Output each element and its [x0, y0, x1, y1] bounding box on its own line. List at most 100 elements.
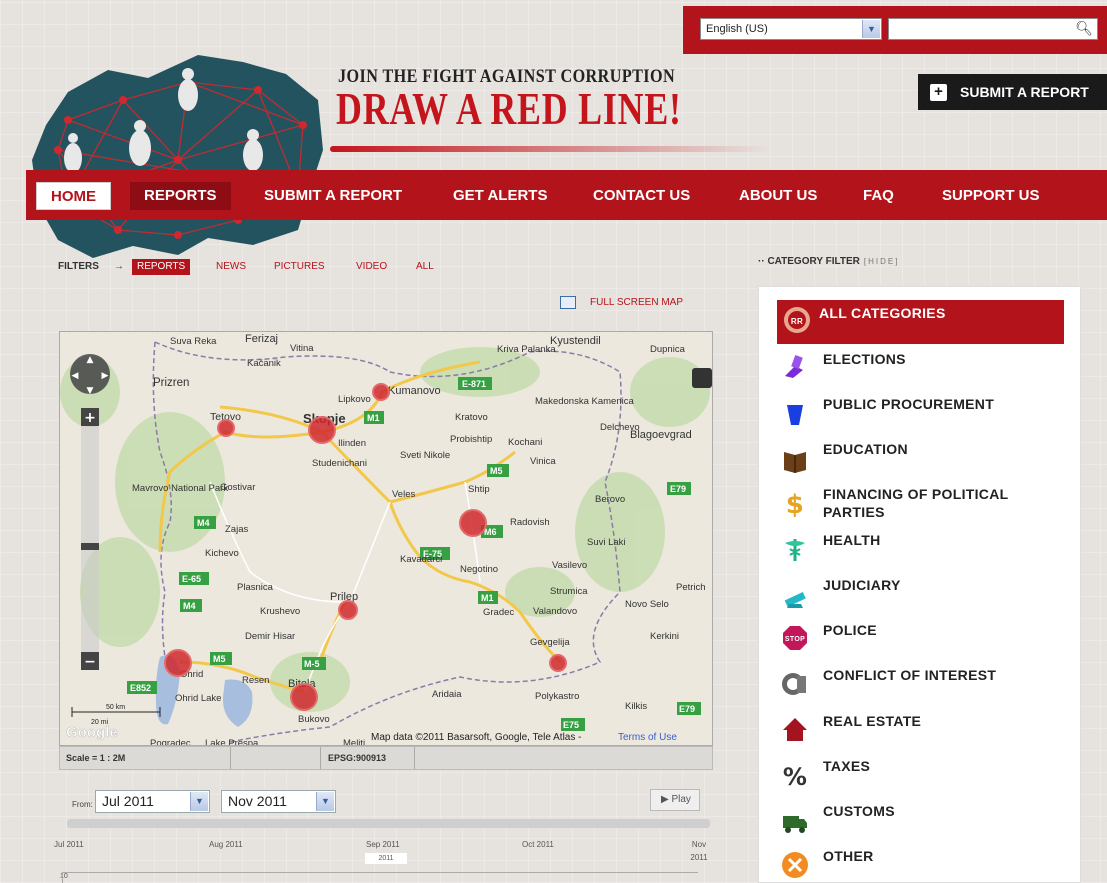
play-button[interactable]: ▶ Play	[650, 789, 700, 811]
main-nav: HOME REPORTS SUBMIT A REPORT GET ALERTS …	[26, 170, 1107, 220]
map-place-label: Kriva Palanka	[497, 344, 556, 355]
chevron-down-icon[interactable]: ▼	[190, 792, 208, 811]
map-place-label: Veles	[392, 489, 415, 500]
divider	[414, 747, 415, 769]
map-place-label: Mavrovo National Park	[132, 483, 228, 494]
map-place-label: Vinica	[530, 456, 556, 467]
language-select[interactable]: English (US) ▼	[700, 18, 882, 40]
report-marker	[164, 649, 192, 677]
map-place-label: Bukovo	[298, 714, 330, 725]
map-place-label: Demir Hisar	[245, 631, 295, 642]
map-attribution: Map data ©2011 Basarsoft, Google, Tele A…	[371, 732, 581, 743]
category-label: EDUCATION	[823, 441, 908, 457]
category-label: REAL ESTATE	[823, 713, 922, 729]
report-marker	[308, 416, 336, 444]
chevron-down-icon[interactable]: ▼	[316, 792, 334, 811]
map-place-label: Ilinden	[338, 438, 366, 449]
nav-get-alerts[interactable]: GET ALERTS	[439, 182, 561, 210]
map-canvas[interactable]: E-871 M1 M5 E79 M4 M6 E-75 E-65 M4 M5 M-…	[60, 332, 713, 746]
svg-text:RR: RR	[791, 317, 803, 326]
category-label: ELECTIONS	[823, 351, 906, 367]
gavel-icon	[784, 592, 806, 608]
nav-submit-report[interactable]: SUBMIT A REPORT	[250, 182, 416, 210]
nav-support-us[interactable]: SUPPORT US	[928, 182, 1054, 210]
submit-report-button[interactable]: + SUBMIT A REPORT	[918, 74, 1107, 110]
road-badge: M4	[197, 518, 210, 528]
slogan-main: DRAW A RED LINE!	[336, 83, 682, 134]
layer-switcher-button	[692, 368, 712, 388]
nav-reports[interactable]: REPORTS	[130, 182, 231, 210]
category-all[interactable]: RR ALL CATEGORIES	[777, 300, 1064, 344]
ballot-icon	[785, 354, 803, 378]
report-marker	[290, 683, 318, 711]
chevron-down-icon[interactable]: ▼	[862, 20, 880, 38]
full-screen-map-link[interactable]: FULL SCREEN MAP	[560, 296, 683, 309]
svg-text:$: $	[786, 490, 804, 517]
category-label: TAXES	[823, 758, 871, 774]
filter-pictures[interactable]: PICTURES	[274, 259, 325, 275]
map-place-label: Berovo	[595, 494, 625, 505]
map-place-label: Kavadarci	[400, 554, 442, 565]
svg-text:▼: ▼	[87, 386, 94, 396]
timeline-year: 2011	[365, 853, 407, 864]
map-place-label: Kyustendil	[550, 335, 601, 347]
cross-circle-icon	[782, 852, 808, 878]
full-screen-label: FULL SCREEN MAP	[590, 297, 683, 309]
nav-about-us[interactable]: ABOUT US	[725, 182, 831, 210]
nav-contact-us[interactable]: CONTACT US	[579, 182, 704, 210]
filter-video[interactable]: VIDEO	[356, 259, 387, 275]
to-date-value: Nov 2011	[228, 793, 287, 809]
road-badge: E-65	[182, 574, 201, 584]
timeline-tick: Nov 2011	[690, 840, 708, 862]
report-marker	[549, 654, 567, 672]
divider	[320, 747, 321, 769]
book-icon	[784, 452, 806, 473]
category-label: CONFLICT OF INTEREST	[823, 667, 997, 683]
map-place-label: Kerkini	[650, 631, 679, 642]
house-icon	[783, 718, 807, 741]
timeline-slider[interactable]	[67, 819, 710, 828]
nav-faq[interactable]: FAQ	[849, 182, 908, 210]
map-place-label: Gradec	[483, 607, 514, 618]
incident-map[interactable]: E-871 M1 M5 E79 M4 M6 E-75 E-65 M4 M5 M-…	[59, 331, 713, 746]
filter-reports[interactable]: REPORTS	[132, 259, 191, 275]
map-place-label: Negotino	[460, 564, 498, 575]
timeline-tick: Aug 2011	[209, 840, 243, 849]
report-marker	[372, 383, 390, 401]
map-place-label: Suva Reka	[170, 336, 217, 347]
map-place-label: Kochani	[508, 437, 542, 448]
road-badge: M1	[367, 413, 380, 423]
map-place-label: Vitina	[290, 343, 314, 354]
fullscreen-icon	[560, 296, 576, 309]
to-date-select[interactable]: Nov 2011 ▼	[221, 790, 336, 813]
hide-category-filter-link[interactable]: [HIDE]	[864, 257, 900, 266]
road-badge: E-871	[462, 379, 486, 389]
search-input[interactable]: 🔍︎	[888, 18, 1098, 40]
search-icon[interactable]: 🔍︎	[1075, 20, 1093, 37]
timeline-tick: Oct 2011	[522, 840, 554, 849]
map-place-label: Prizren	[153, 377, 189, 389]
from-date-select[interactable]: Jul 2011 ▼	[95, 790, 210, 813]
map-place-label: Kačanik	[247, 358, 281, 369]
svg-text:▶: ▶	[102, 371, 109, 381]
map-place-label: Lipkovo	[338, 394, 371, 405]
arrow-right-icon: →	[114, 261, 124, 272]
map-place-label: Sveti Nikole	[400, 450, 450, 461]
map-place-label: Makedonska Kamenica	[535, 396, 634, 407]
map-place-label: Ohrid Lake	[175, 693, 221, 704]
category-label: JUDICIARY	[823, 577, 901, 593]
terms-of-use-link: Terms of Use	[618, 732, 677, 743]
filter-news[interactable]: NEWS	[216, 259, 246, 275]
map-place-label: Studenichani	[312, 458, 367, 469]
nav-home[interactable]: HOME	[36, 182, 111, 210]
timeline-tick: Sep 2011	[366, 840, 400, 849]
play-icon: ▶	[661, 794, 672, 805]
site-logo[interactable]	[28, 40, 328, 270]
map-place-label: Novo Selo	[625, 599, 669, 610]
category-filter-title: ·· CATEGORY FILTER [HIDE]	[758, 256, 900, 267]
from-date-value: Jul 2011	[102, 793, 154, 809]
report-marker	[459, 509, 487, 537]
road-badge: E79	[670, 484, 686, 494]
filter-all[interactable]: ALL	[416, 259, 434, 275]
map-place-label: Meliti	[343, 738, 365, 746]
